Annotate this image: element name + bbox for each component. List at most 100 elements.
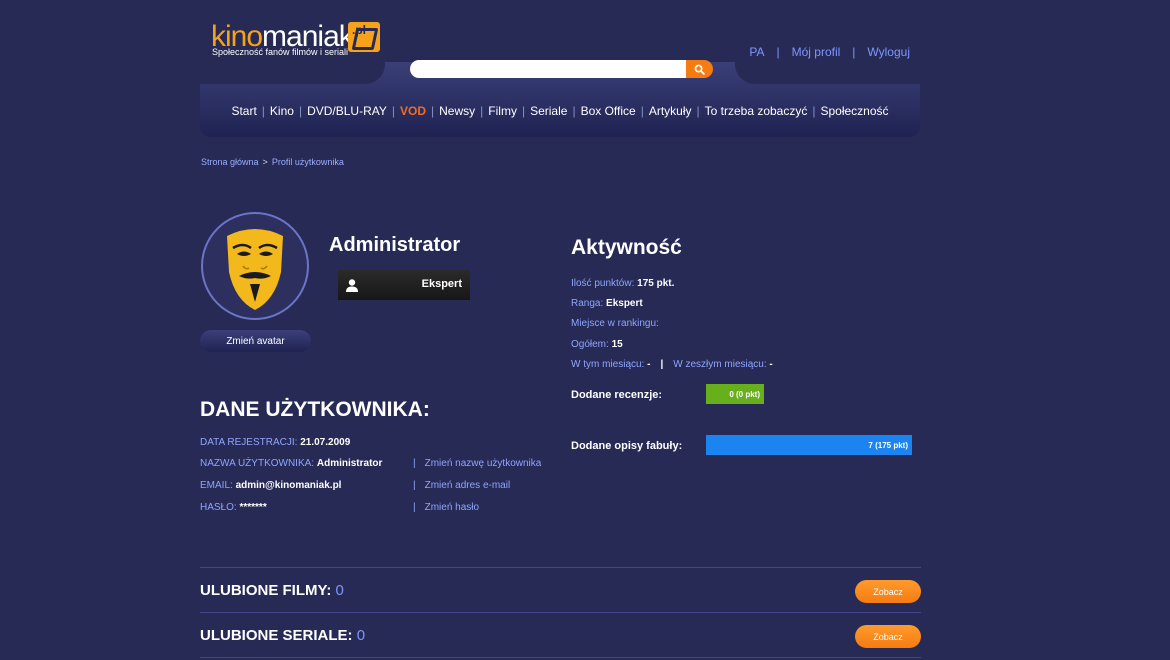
last-month-label: W zeszłym miesiącu: — [673, 359, 767, 370]
search-icon — [694, 64, 705, 75]
favorite-series-label: ULUBIONE SERIALE: — [200, 627, 353, 644]
menu-item-start[interactable]: Start — [231, 104, 256, 118]
change-password-link[interactable]: Zmień hasło — [425, 502, 479, 513]
rank-badge: Ekspert — [338, 270, 470, 300]
change-avatar-button[interactable]: Zmień avatar — [200, 330, 311, 352]
menu-item-box-office[interactable]: Box Office — [581, 104, 636, 118]
search-button[interactable] — [686, 60, 713, 78]
link-separator: | — [413, 502, 416, 513]
change-email-row: | Zmień adres e-mail — [413, 480, 510, 491]
logo-tagline: Społeczność fanów filmów i seriali — [212, 47, 349, 57]
activity-title: Aktywność — [571, 236, 682, 259]
guy-fawkes-mask-icon — [227, 229, 283, 310]
top-link-logout[interactable]: Wyloguj — [867, 45, 910, 59]
menu-separator: | — [521, 104, 526, 118]
reviews-bar: 0 (0 pkt) — [706, 384, 764, 404]
password-value: ******* — [239, 502, 267, 513]
menu-separator: | — [812, 104, 816, 118]
change-username-link[interactable]: Zmień nazwę użytkownika — [425, 458, 542, 469]
see-favorite-films-button[interactable]: Zobacz — [855, 580, 921, 603]
points-value: 175 pkt. — [637, 278, 675, 289]
top-link-separator: | — [776, 45, 780, 59]
points-label: Ilość punktów: — [571, 278, 635, 289]
user-icon — [346, 279, 358, 292]
divider — [200, 612, 921, 613]
menu-item-seriale[interactable]: Seriale — [530, 104, 567, 118]
reviews-label: Dodane recenzje: — [571, 389, 663, 401]
registration-row: DATA REJESTRACJI: 21.07.2009 — [200, 437, 350, 448]
avatar — [201, 212, 309, 320]
nav-notch-left — [200, 62, 385, 84]
plots-bar: 7 (175 pkt) — [706, 435, 912, 455]
top-link-my-profile[interactable]: Mój profil — [792, 45, 841, 59]
menu-separator: | — [572, 104, 576, 118]
top-link-pa[interactable]: PA — [749, 45, 764, 59]
ranking-label: Miejsce w rankingu: — [571, 318, 659, 329]
logo-domain: .pl — [352, 23, 366, 37]
user-data-title: DANE UŻYTKOWNIKA: — [200, 398, 430, 421]
rank-badge-label: Ekspert — [421, 278, 462, 290]
top-links: PA | Mój profil | Wyloguj — [749, 45, 910, 59]
favorite-films-label: ULUBIONE FILMY: — [200, 582, 332, 599]
menu-item-artykuly[interactable]: Artykuły — [649, 104, 692, 118]
see-favorite-series-button[interactable]: Zobacz — [855, 625, 921, 648]
main-menu: Start | Kino | DVD/BLU-RAY | VOD | Newsy | Filmy | S… — [200, 104, 920, 118]
email-value: admin@kinomaniak.pl — [235, 480, 342, 491]
username-row: NAZWA UŻYTKOWNIKA: Administrator — [200, 458, 382, 469]
plots-value: 7 (175 pkt) — [868, 440, 908, 450]
overall-label: Ogółem: — [571, 339, 609, 350]
top-link-separator: | — [852, 45, 856, 59]
monthly-separator: | — [660, 359, 664, 370]
overall-value: 15 — [611, 339, 623, 350]
monthly-row: W tym miesiącu: - | W zeszłym miesiącu: - — [571, 359, 773, 370]
breadcrumb-current[interactable]: Profil użytkownika — [272, 157, 344, 167]
favorite-series-heading: ULUBIONE SERIALE: 0 — [200, 627, 365, 644]
nav-notch-right — [735, 62, 920, 84]
email-label: EMAIL: — [200, 480, 233, 491]
favorite-series-count: 0 — [356, 627, 366, 644]
favorite-films-heading: ULUBIONE FILMY: 0 — [200, 582, 344, 599]
username-value: Administrator — [316, 458, 383, 469]
ranking-row: Miejsce w rankingu: — [571, 318, 659, 329]
link-separator: | — [413, 458, 416, 469]
change-password-row: | Zmień hasło — [413, 502, 479, 513]
change-email-link[interactable]: Zmień adres e-mail — [425, 480, 511, 491]
search-input[interactable] — [410, 60, 686, 78]
password-label: HASŁO: — [200, 502, 237, 513]
this-month-label: W tym miesiącu: — [571, 359, 645, 370]
menu-item-newsy[interactable]: Newsy — [439, 104, 475, 118]
email-row: EMAIL: admin@kinomaniak.pl — [200, 480, 341, 491]
menu-separator: | — [431, 104, 435, 118]
reviews-value: 0 (0 pkt) — [729, 389, 760, 399]
rank-label: Ranga: — [571, 298, 604, 309]
registration-label: DATA REJESTRACJI: — [200, 437, 298, 448]
registration-value: 21.07.2009 — [300, 437, 351, 448]
points-row: Ilość punktów: 175 pkt. — [571, 278, 674, 289]
menu-separator: | — [696, 104, 700, 118]
change-username-row: | Zmień nazwę użytkownika — [413, 458, 541, 469]
menu-item-kino[interactable]: Kino — [270, 104, 294, 118]
password-row: HASŁO: ******* — [200, 502, 267, 513]
menu-item-spolecznosc[interactable]: Społeczność — [820, 104, 888, 118]
menu-item-must-see[interactable]: To trzeba zobaczyć — [705, 104, 808, 118]
divider — [200, 657, 921, 658]
this-month-value: - — [647, 359, 651, 370]
rank-row: Ranga: Ekspert — [571, 298, 643, 309]
menu-separator: | — [261, 104, 265, 118]
breadcrumb: Strona główna > Profil użytkownika — [201, 157, 344, 167]
profile-username: Administrator — [329, 234, 461, 256]
menu-item-dvd[interactable]: DVD/BLU-RAY — [307, 104, 387, 118]
menu-item-vod[interactable]: VOD — [400, 104, 426, 118]
menu-separator: | — [640, 104, 644, 118]
link-separator: | — [413, 480, 416, 491]
menu-item-filmy[interactable]: Filmy — [488, 104, 517, 118]
menu-separator: | — [298, 104, 303, 118]
divider — [200, 567, 921, 568]
breadcrumb-home[interactable]: Strona główna — [201, 157, 259, 167]
rank-value: Ekspert — [606, 298, 643, 309]
breadcrumb-separator: > — [262, 157, 268, 167]
favorite-films-count: 0 — [335, 582, 344, 599]
plots-label: Dodane opisy fabuły: — [571, 440, 683, 452]
username-label: NAZWA UŻYTKOWNIKA: — [200, 458, 315, 469]
menu-separator: | — [391, 104, 395, 118]
